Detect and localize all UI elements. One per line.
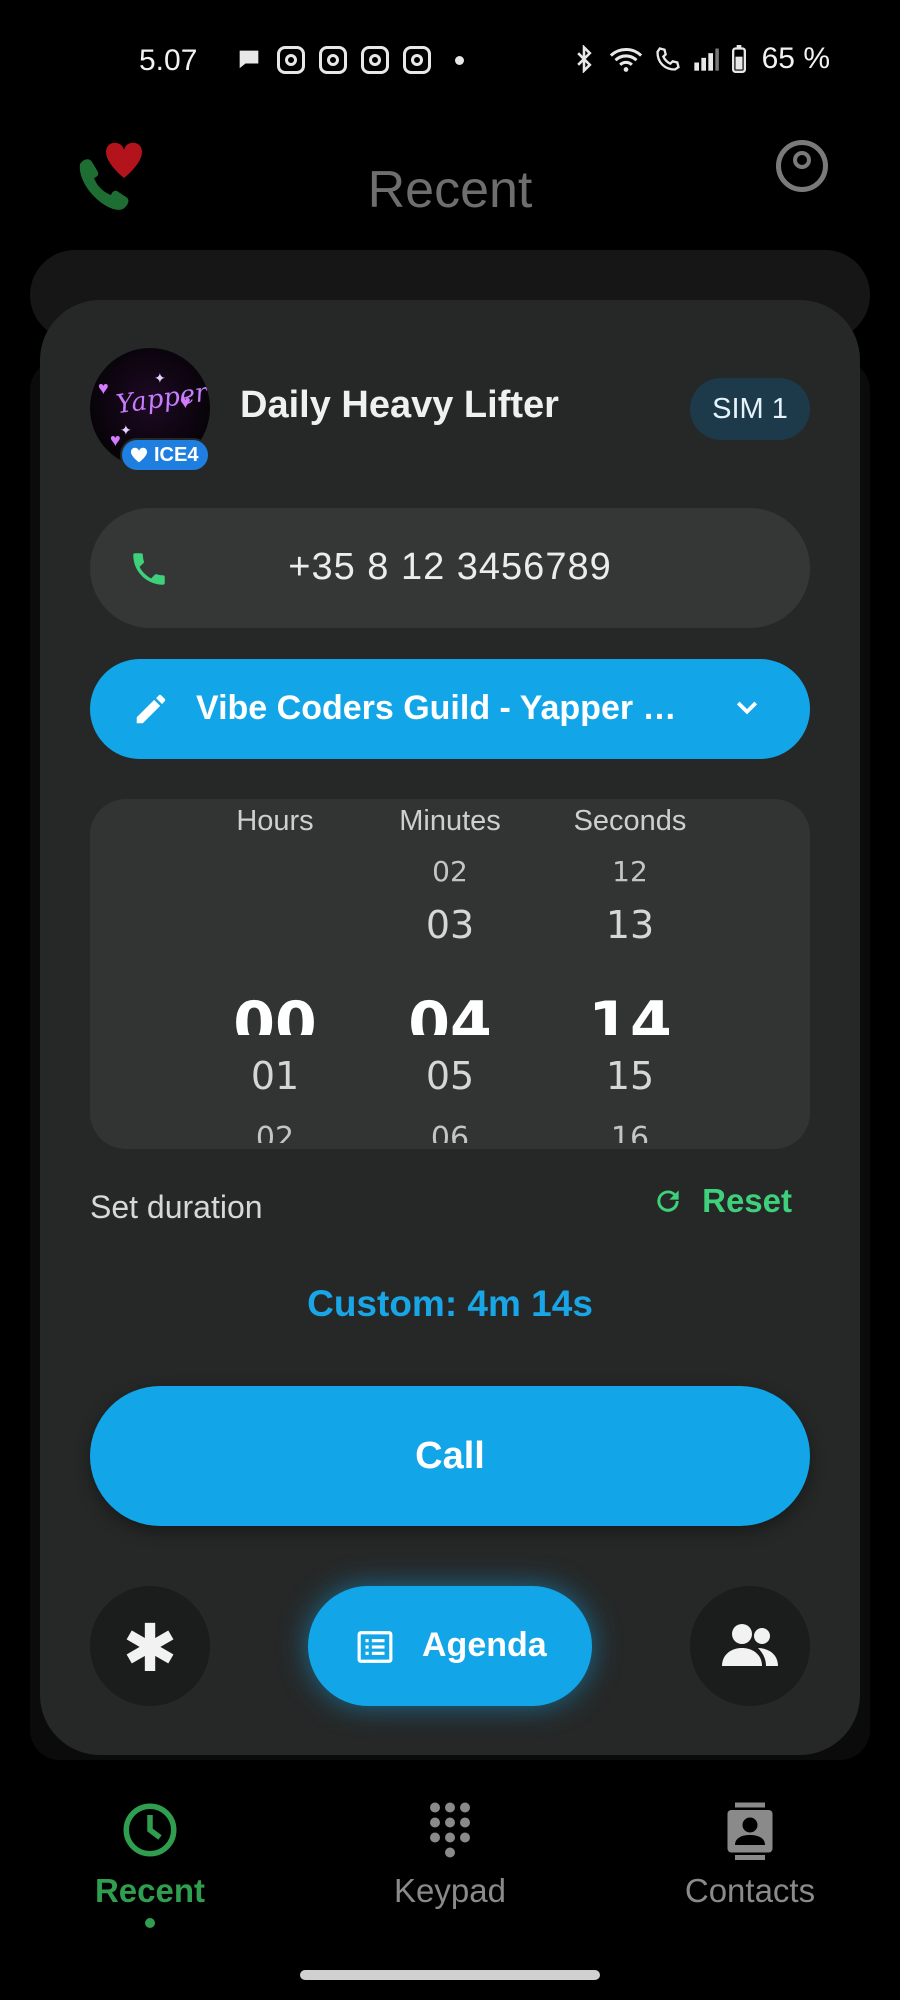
wifi-icon [609,48,642,72]
group-dropdown[interactable]: Vibe Coders Guild - Yapper Ph... [90,659,810,759]
sparkle-icon: ✦ [120,422,132,438]
seconds-label: Seconds [573,805,687,837]
seconds-selected: 14 [588,989,672,1035]
home-indicator[interactable] [300,1970,600,1980]
minutes-label: Minutes [399,805,501,837]
clock-icon [123,1803,177,1857]
ice-badge: ICE4 [120,438,211,472]
heart-icon [130,447,148,463]
asterisk-icon: ✱ [122,1610,178,1687]
nav-keypad-label: Keypad [394,1872,506,1909]
instagram-icon [361,46,389,74]
minutes-selected: 04 [408,989,492,1035]
phone-number: +35 8 12 3456789 [288,546,612,588]
status-bar: 5.07 65 % [0,0,900,120]
page-title: Recent [367,161,533,219]
group-dropdown-value: Vibe Coders Guild - Yapper Ph... [196,689,696,727]
bluetooth-icon [576,45,592,73]
reset-button[interactable]: Reset [652,1182,792,1220]
minutes-next2: 06 [430,1121,470,1143]
minutes-prev2: 02 [432,855,468,888]
ice-badge-label: ICE4 [154,443,199,466]
system-icons: 65 % [570,42,830,76]
set-duration-label: Set duration [90,1189,263,1225]
battery-percent: 65 % [761,42,830,75]
nav-keypad[interactable]: Keypad [320,1800,580,1910]
agenda-button[interactable]: Agenda [308,1586,592,1706]
contact-name: Daily Heavy Lifter [240,384,559,426]
list-alt-icon [357,1631,393,1663]
hours-next1: 01 [250,1054,300,1098]
custom-duration-summary: Custom: 4m 14s [307,1283,593,1324]
more-notifications-dot-icon [455,55,464,65]
sparkle-icon: ✦ [154,370,166,386]
chevron-down-icon [736,701,758,715]
phone-number-field[interactable]: +35 8 12 3456789 [90,508,810,628]
seconds-prev1: 13 [605,903,655,947]
instagram-icon [403,46,431,74]
pencil-icon [136,694,166,724]
group-contacts-button[interactable] [690,1586,810,1706]
nav-contacts-label: Contacts [684,1872,816,1909]
instagram-icon [319,46,347,74]
contact-card-icon [727,1802,773,1860]
signal-icon [693,48,719,71]
hours-label: Hours [236,805,314,837]
seconds-wheel[interactable]: Seconds 12 13 14 15 16 [540,799,720,1149]
nav-recent-label: Recent [94,1872,206,1909]
heart-icon: ♥ [98,378,109,398]
hours-wheel[interactable]: Hours 00 01 02 [185,799,365,1149]
status-time: 5.07 [139,44,198,77]
instagram-icon [277,46,305,74]
active-indicator-dot [145,1918,155,1928]
app-header: Recent [0,120,900,250]
bottom-navigation: Recent Keypad Contacts [0,1760,900,2000]
wifi-calling-icon [655,47,680,71]
sim-selector[interactable]: SIM 1 [690,378,810,440]
seconds-next1: 15 [605,1054,655,1098]
refresh-icon [657,1190,679,1212]
heart-icon: ♥ [110,430,121,450]
duration-picker[interactable]: Hours 00 01 02 Minutes 02 03 04 05 06 Se… [90,799,810,1149]
reset-label: Reset [702,1182,792,1219]
people-icon [722,1624,778,1666]
seconds-next2: 16 [610,1121,650,1143]
agenda-label: Agenda [422,1626,547,1664]
chat-bubble-icon [239,50,259,69]
profile-icon[interactable] [776,140,828,192]
call-button[interactable]: Call [90,1386,810,1526]
battery-icon [731,45,746,73]
minutes-next1: 05 [425,1054,475,1098]
quick-call-dialog: Yapper ✦ ✦ ♥ ♥ ♥ ICE4 Daily Heavy Lifter… [40,300,860,1755]
nav-contacts[interactable]: Contacts [620,1800,880,1910]
nav-recent[interactable]: Recent [20,1800,280,1928]
seconds-prev2: 12 [612,855,648,888]
notification-icons [235,46,464,74]
hours-selected: 00 [233,989,317,1035]
hours-next2: 02 [255,1121,295,1143]
dialpad-icon [430,1802,470,1858]
favorite-star-button[interactable]: ✱ [90,1586,210,1706]
minutes-prev1: 03 [425,903,475,947]
minutes-wheel[interactable]: Minutes 02 03 04 05 06 [360,799,540,1149]
heart-icon: ♥ [180,392,191,412]
